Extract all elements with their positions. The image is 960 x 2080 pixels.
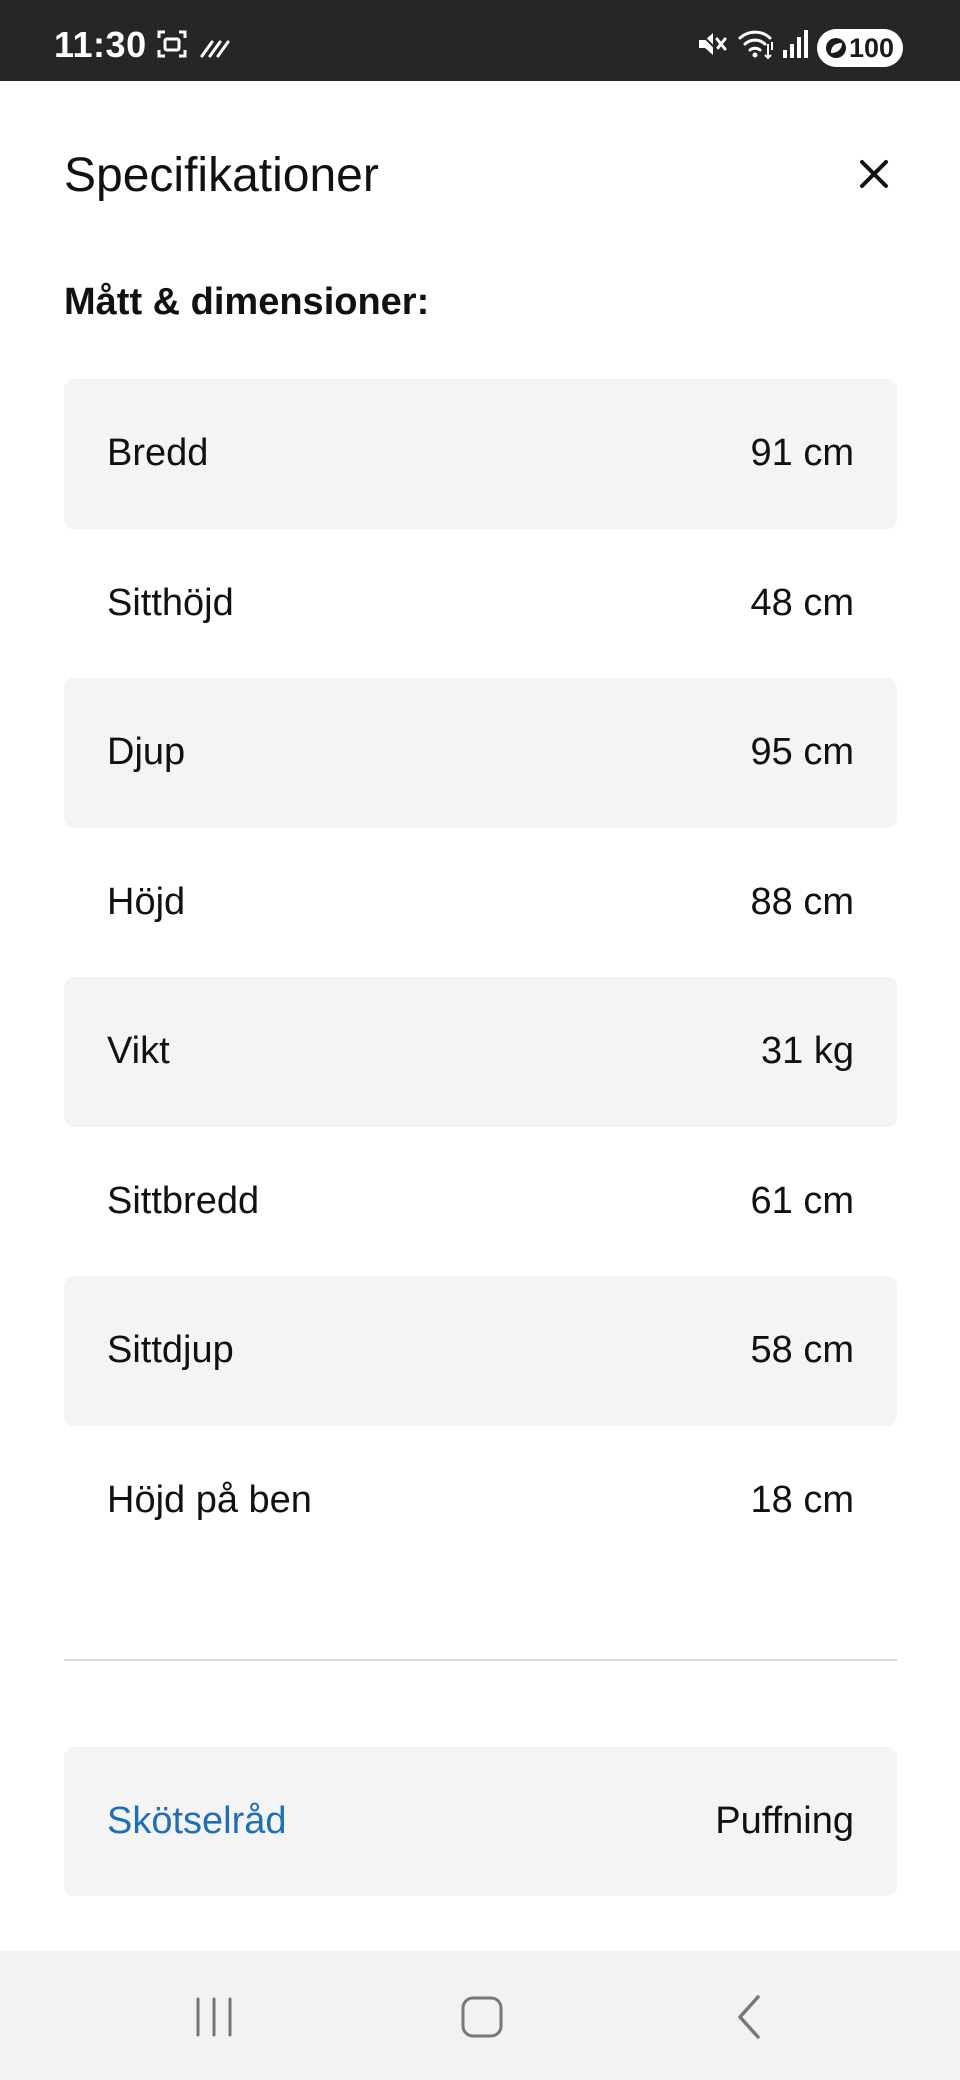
- care-advice-link[interactable]: Skötselråd: [107, 1800, 287, 1843]
- battery-leaf-icon: [826, 38, 846, 58]
- spec-value: 91 cm: [750, 432, 854, 475]
- spec-row-hojd-pa-ben: Höjd på ben 18 cm: [64, 1426, 897, 1576]
- spec-row-sitthojd: Sitthöjd 48 cm: [64, 529, 897, 679]
- care-row: Skötselråd Puffning: [64, 1747, 897, 1896]
- spec-row-sittbredd: Sittbredd 61 cm: [64, 1127, 897, 1277]
- spec-row-sittdjup: Sittdjup 58 cm: [64, 1276, 897, 1426]
- section-divider: [64, 1659, 897, 1661]
- home-button[interactable]: [450, 1987, 514, 2047]
- care-value: Puffning: [715, 1800, 854, 1842]
- page-title: Specifikationer: [64, 149, 379, 202]
- back-icon: [738, 1995, 760, 2039]
- spec-row-djup: Djup 95 cm: [64, 678, 897, 828]
- close-icon: [860, 160, 888, 188]
- spec-value: 18 cm: [750, 1478, 854, 1521]
- dimensions-heading: Mått & dimensioner:: [64, 281, 430, 323]
- spec-row-bredd: Bredd 91 cm: [64, 379, 897, 529]
- spec-value: 88 cm: [750, 880, 854, 923]
- close-button[interactable]: [850, 150, 898, 198]
- signal-icon: [783, 30, 808, 58]
- spec-label: Djup: [107, 731, 186, 774]
- spec-value: 61 cm: [750, 1179, 854, 1222]
- dimensions-table: Bredd 91 cm Sitthöjd 48 cm Djup 95 cm Hö…: [64, 379, 897, 1575]
- mute-icon: [697, 30, 727, 58]
- spec-row-hojd: Höjd 88 cm: [64, 828, 897, 978]
- spec-label: Sitthöjd: [107, 581, 234, 624]
- battery-indicator: 100: [817, 29, 903, 67]
- spec-label: Bredd: [107, 432, 209, 475]
- spec-label: Vikt: [107, 1030, 170, 1073]
- recent-apps-button[interactable]: [182, 1987, 246, 2047]
- wifi-icon: [738, 30, 773, 60]
- status-time: 11:30: [54, 24, 147, 65]
- back-button[interactable]: [718, 1987, 782, 2047]
- spec-value: 58 cm: [750, 1329, 854, 1372]
- spec-label: Höjd: [107, 880, 186, 923]
- status-bar: 11:30 100: [0, 0, 960, 81]
- spec-row-vikt: Vikt 31 kg: [64, 977, 897, 1127]
- recent-apps-icon: [196, 1997, 232, 2037]
- navigation-bar: [0, 1951, 960, 2080]
- spec-label: Höjd på ben: [107, 1478, 312, 1521]
- nfc-wave-icon: [200, 40, 230, 58]
- spec-label: Sittdjup: [107, 1329, 234, 1372]
- home-icon: [461, 1996, 503, 2038]
- spec-value: 31 kg: [761, 1030, 854, 1073]
- battery-level: 100: [849, 32, 895, 63]
- screenshot-icon: [157, 30, 187, 58]
- spec-label: Sittbredd: [107, 1179, 260, 1222]
- spec-value: 95 cm: [750, 731, 854, 774]
- spec-value: 48 cm: [750, 581, 854, 624]
